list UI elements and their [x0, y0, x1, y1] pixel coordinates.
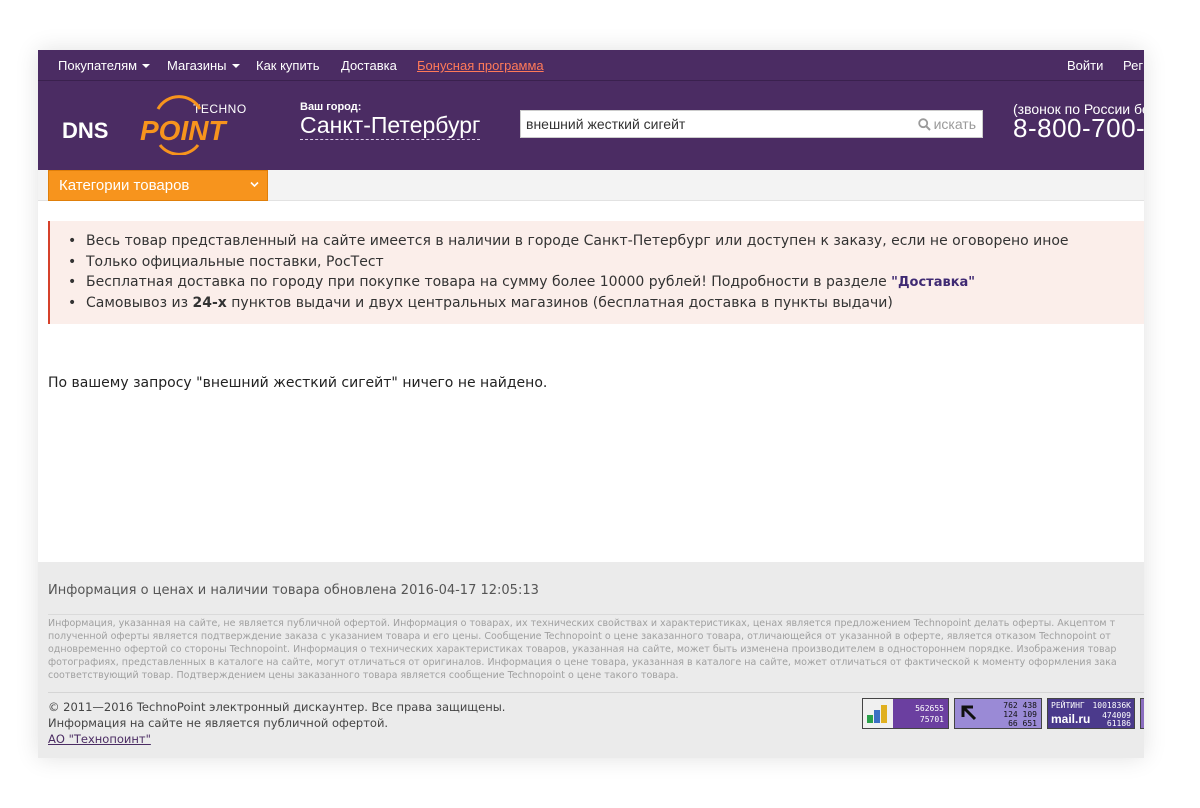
- nav-item-how-to-buy-label: Как купить: [256, 58, 320, 73]
- caret-down-icon: [231, 63, 240, 68]
- search-result-message: По вашему запросу "внешний жесткий сигей…: [48, 375, 548, 391]
- nav-item-stores-label: Магазины: [167, 58, 227, 73]
- nav-item-delivery[interactable]: Доставка: [341, 50, 397, 81]
- search-button[interactable]: искать: [917, 111, 976, 137]
- login-label: Войти: [1067, 58, 1104, 73]
- mailru-logo-text: mail.ru: [1051, 712, 1091, 726]
- site-logo[interactable]: DNS TECHNO POINT: [60, 95, 260, 156]
- browser-page: Покупателям Магазины Как купить Доставка…: [38, 50, 1144, 758]
- liveinternet-counter[interactable]: 562655 75701: [862, 698, 949, 729]
- disclaimer-line: одновременно офертой со стороны Technopo…: [48, 644, 1117, 655]
- arrow-up-left-icon: [961, 705, 977, 721]
- search-icon: [917, 118, 931, 131]
- caret-down-icon: [142, 63, 151, 68]
- search-input[interactable]: [526, 111, 906, 137]
- chevron-down-icon: [250, 181, 259, 188]
- nav-item-customers[interactable]: Покупателям: [58, 50, 151, 81]
- legal-disclaimer: Информация, указанная на сайте, не являе…: [48, 614, 1144, 682]
- disclaimer-line: соответствующий товар. Подтверждением це…: [48, 670, 679, 681]
- partial-counter[interactable]: [1140, 698, 1144, 729]
- notice-item-text: Самовывоз из: [86, 294, 193, 311]
- nav-item-how-to-buy[interactable]: Как купить: [256, 50, 319, 81]
- disclaimer-line: полученной оферты является подтверждение…: [48, 631, 1111, 642]
- counter-value: 1001836K: [1092, 701, 1131, 710]
- notice-item: Весь товар представленный на сайте имеет…: [68, 231, 1144, 252]
- notice-item: Самовывоз из 24-х пунктов выдачи и двух …: [68, 293, 1144, 314]
- nav-item-delivery-label: Доставка: [341, 58, 397, 73]
- notice-item-text: пунктов выдачи и двух центральных магази…: [226, 294, 893, 311]
- delivery-link[interactable]: "Доставка": [891, 275, 975, 290]
- nav-item-stores[interactable]: Магазины: [167, 50, 240, 81]
- logo-dns-text: DNS: [62, 118, 108, 143]
- counter-value: 762 438: [1003, 701, 1037, 710]
- search-box: искать: [520, 110, 983, 138]
- category-bar: Категории товаров: [38, 170, 1144, 201]
- phone-number[interactable]: 8-800-700-: [1013, 113, 1144, 144]
- info-notice: Весь товар представленный на сайте имеет…: [48, 221, 1144, 324]
- logo-point-text: POINT: [140, 115, 228, 146]
- counter-value: 124 109: [1003, 710, 1037, 719]
- disclaimer-line: Информация, указанная на сайте, не являе…: [48, 618, 1116, 629]
- counter-value: 66 651: [1008, 719, 1037, 728]
- counter-value: 61186: [1106, 719, 1131, 728]
- categories-button-label: Категории товаров: [59, 177, 190, 194]
- top-counter[interactable]: 762 438 124 109 66 651: [954, 698, 1042, 729]
- notice-item: Бесплатная доставка по городу при покупк…: [68, 272, 1144, 293]
- notice-list: Весь товар представленный на сайте имеет…: [50, 221, 1144, 313]
- counter-title: РЕЙТИНГ: [1051, 701, 1085, 710]
- city-selector[interactable]: Санкт-Петербург: [300, 112, 481, 140]
- logo-techno-text: TECHNO: [193, 102, 247, 116]
- register-link[interactable]: Рег: [1123, 50, 1143, 81]
- logo-graphic: DNS TECHNO POINT: [62, 95, 247, 156]
- search-button-label: искать: [933, 116, 976, 132]
- disclaimer-line: фотографиях, представленных в каталоге н…: [48, 657, 1117, 668]
- login-link[interactable]: Войти: [1067, 50, 1103, 81]
- top-nav-bar: Покупателям Магазины Как купить Доставка…: [38, 50, 1144, 81]
- site-header: DNS TECHNO POINT Ваш город: Санкт-Петерб…: [38, 81, 1144, 170]
- nav-item-bonus-label: Бонусная программа: [417, 58, 544, 73]
- company-link[interactable]: АО "Технопоинт": [48, 732, 151, 746]
- bar-chart-icon: [863, 699, 893, 728]
- notice-item-bold: 24-х: [192, 294, 227, 311]
- notice-item-text: Только официальные поставки, РосТест: [86, 253, 384, 270]
- mailru-rating-counter[interactable]: РЕЙТИНГ 1001836K mail.ru 474009 61186: [1047, 698, 1135, 729]
- notice-item-text: Бесплатная доставка по городу при покупк…: [86, 274, 892, 290]
- notice-item-text: Весь товар представленный на сайте имеет…: [86, 233, 1069, 249]
- register-label: Рег: [1123, 58, 1144, 73]
- notice-item: Только официальные поставки, РосТест: [68, 252, 1144, 273]
- counter-value: 562655: [915, 704, 944, 713]
- nav-item-bonus[interactable]: Бонусная программа: [417, 50, 544, 81]
- categories-button[interactable]: Категории товаров: [48, 170, 268, 201]
- price-updated-text: Информация о ценах и наличии товара обно…: [48, 583, 539, 598]
- counter-value: 75701: [919, 715, 944, 724]
- nav-item-customers-label: Покупателям: [58, 58, 138, 73]
